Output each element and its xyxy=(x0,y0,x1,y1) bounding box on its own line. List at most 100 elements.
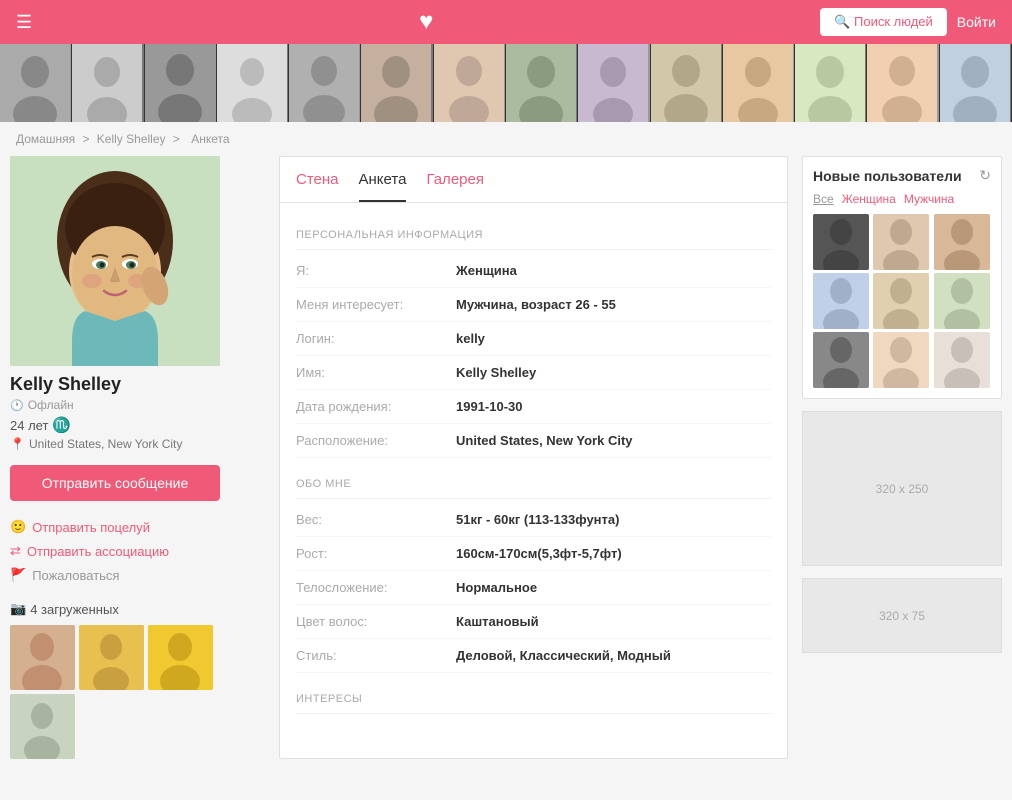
breadcrumb-home[interactable]: Домашняя xyxy=(16,132,75,146)
send-kiss-link[interactable]: 🙂 Отправить поцелуй xyxy=(10,515,265,539)
photo-thumb-1[interactable] xyxy=(10,625,75,690)
left-sidebar: Kelly Shelley 🕐 Офлайн 24 лет ♏ 📍 United… xyxy=(10,156,265,759)
action-links: 🙂 Отправить поцелуй ⇄ Отправить ассоциац… xyxy=(10,515,265,587)
strip-photo-5[interactable] xyxy=(289,44,361,122)
user-thumb-5[interactable] xyxy=(873,273,929,329)
strip-photo-11[interactable] xyxy=(723,44,795,122)
name-label: Имя: xyxy=(296,365,456,380)
birthday-label: Дата рождения: xyxy=(296,399,456,414)
profile-location: 📍 United States, New York City xyxy=(10,437,265,451)
zodiac-icon: ♏ xyxy=(52,416,71,434)
profile-name: Kelly Shelley xyxy=(10,374,265,395)
photo-strip xyxy=(0,44,1012,122)
location-value: United States, New York City xyxy=(456,433,633,448)
breadcrumb-sep2: > xyxy=(173,132,183,146)
hair-label: Цвет волос: xyxy=(296,614,456,629)
height-value: 160см-170см(5,3фт-5,7фт) xyxy=(456,546,622,561)
user-thumb-6[interactable] xyxy=(934,273,990,329)
user-thumb-4[interactable] xyxy=(813,273,869,329)
info-row-location: Расположение: United States, New York Ci… xyxy=(296,424,771,458)
heart-logo-icon: ♥ xyxy=(419,8,433,36)
strip-photo-6[interactable] xyxy=(361,44,433,122)
photos-count: 📷 4 загруженных xyxy=(10,601,265,617)
profile-photo xyxy=(10,156,220,366)
style-value: Деловой, Классический, Модный xyxy=(456,648,671,663)
breadcrumb-name[interactable]: Kelly Shelley xyxy=(97,132,166,146)
strip-photo-12[interactable] xyxy=(795,44,867,122)
profile-status: 🕐 Офлайн xyxy=(10,398,265,412)
info-row-body: Телосложение: Нормальное xyxy=(296,571,771,605)
strip-photo-7[interactable] xyxy=(434,44,506,122)
profile-section: ПЕРСОНАЛЬНАЯ ИНФОРМАЦИЯ Я: Женщина Меня … xyxy=(280,203,787,734)
login-button[interactable]: Войти xyxy=(957,14,996,30)
interest-value: Мужчина, возраст 26 - 55 xyxy=(456,297,616,312)
center-content: Стена Анкета Галерея ПЕРСОНАЛЬНАЯ ИНФОРМ… xyxy=(279,156,788,759)
personal-info-title: ПЕРСОНАЛЬНАЯ ИНФОРМАЦИЯ xyxy=(296,219,771,250)
flag-icon: 🚩 xyxy=(10,567,26,583)
strip-photo-14[interactable] xyxy=(940,44,1012,122)
user-thumb-2[interactable] xyxy=(873,214,929,270)
body-value: Нормальное xyxy=(456,580,537,595)
strip-photo-9[interactable] xyxy=(578,44,650,122)
main-layout: Kelly Shelley 🕐 Офлайн 24 лет ♏ 📍 United… xyxy=(0,156,1012,779)
breadcrumb: Домашняя > Kelly Shelley > Анкета xyxy=(0,122,1012,156)
info-row-name: Имя: Kelly Shelley xyxy=(296,356,771,390)
tab-profile[interactable]: Анкета xyxy=(359,171,407,202)
association-icon: ⇄ xyxy=(10,543,21,559)
user-thumb-9[interactable] xyxy=(934,332,990,388)
location-label: Расположение: xyxy=(296,433,456,448)
refresh-icon[interactable]: ↻ xyxy=(979,167,991,184)
interests-title: ИНТЕРЕСЫ xyxy=(296,683,771,714)
strip-photo-10[interactable] xyxy=(651,44,723,122)
strip-photo-13[interactable] xyxy=(867,44,939,122)
user-thumb-1[interactable] xyxy=(813,214,869,270)
breadcrumb-page: Анкета xyxy=(191,132,229,146)
name-value: Kelly Shelley xyxy=(456,365,536,380)
login-value: kelly xyxy=(456,331,485,346)
height-label: Рост: xyxy=(296,546,456,561)
photo-thumb-2[interactable] xyxy=(79,625,144,690)
send-association-link[interactable]: ⇄ Отправить ассоциацию xyxy=(10,539,265,563)
hair-value: Каштановый xyxy=(456,614,539,629)
send-message-button[interactable]: Отправить сообщение xyxy=(10,465,220,501)
tab-gallery[interactable]: Галерея xyxy=(426,171,484,202)
filter-female[interactable]: Женщина xyxy=(842,192,896,206)
info-row-birthday: Дата рождения: 1991-10-30 xyxy=(296,390,771,424)
user-thumb-7[interactable] xyxy=(813,332,869,388)
gender-value: Женщина xyxy=(456,263,517,278)
strip-photo-2[interactable] xyxy=(72,44,144,122)
info-row-gender: Я: Женщина xyxy=(296,254,771,288)
search-people-button[interactable]: 🔍 Поиск людей xyxy=(820,8,947,36)
location-icon: 📍 xyxy=(10,437,25,451)
photo-thumb-4[interactable] xyxy=(10,694,75,759)
strip-photo-3[interactable] xyxy=(145,44,217,122)
info-row-height: Рост: 160см-170см(5,3фт-5,7фт) xyxy=(296,537,771,571)
body-label: Телосложение: xyxy=(296,580,456,595)
profile-age: 24 лет ♏ xyxy=(10,416,265,434)
strip-photo-1[interactable] xyxy=(0,44,72,122)
info-row-weight: Вес: 51кг - 60кг (113-133фунта) xyxy=(296,503,771,537)
photos-section: 📷 4 загруженных xyxy=(10,601,265,759)
new-users-title: Новые пользователи xyxy=(813,168,962,184)
filter-male[interactable]: Мужчина xyxy=(904,192,954,206)
new-users-box: Новые пользователи ↻ Все Женщина Мужчина xyxy=(802,156,1002,399)
interest-label: Меня интересует: xyxy=(296,297,456,312)
strip-photo-4[interactable] xyxy=(217,44,289,122)
header-right: 🔍 Поиск людей Войти xyxy=(820,8,996,36)
kiss-icon: 🙂 xyxy=(10,519,26,535)
tab-wall[interactable]: Стена xyxy=(296,171,339,202)
photo-thumb-3[interactable] xyxy=(148,625,213,690)
info-row-login: Логин: kelly xyxy=(296,322,771,356)
user-thumb-3[interactable] xyxy=(934,214,990,270)
photos-grid xyxy=(10,625,265,759)
filter-all[interactable]: Все xyxy=(813,192,834,206)
complaint-link[interactable]: 🚩 Пожаловаться xyxy=(10,563,265,587)
user-thumb-8[interactable] xyxy=(873,332,929,388)
gender-label: Я: xyxy=(296,263,456,278)
menu-icon[interactable]: ☰ xyxy=(16,12,32,33)
tabs: Стена Анкета Галерея xyxy=(280,157,787,203)
strip-photo-8[interactable] xyxy=(506,44,578,122)
right-sidebar: Новые пользователи ↻ Все Женщина Мужчина xyxy=(802,156,1002,759)
style-label: Стиль: xyxy=(296,648,456,663)
weight-value: 51кг - 60кг (113-133фунта) xyxy=(456,512,619,527)
